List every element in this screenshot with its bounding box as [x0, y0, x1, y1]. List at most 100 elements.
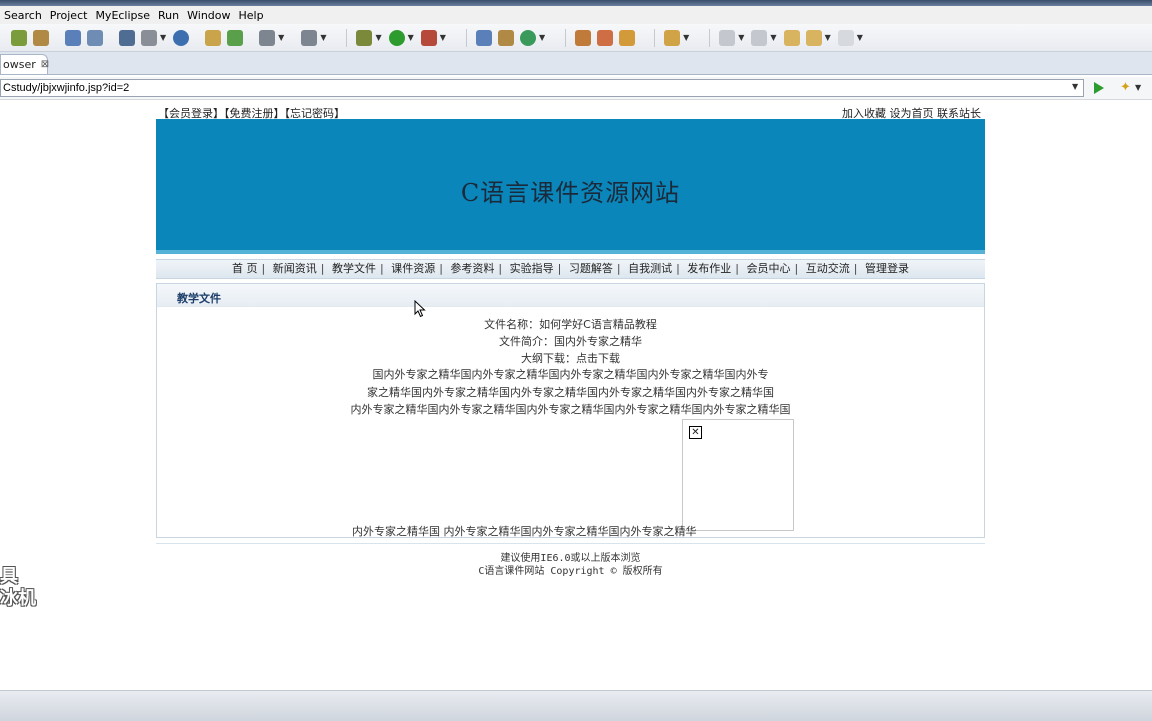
file-summary: 文件简介：国内外专家之精华: [499, 335, 642, 348]
chevron-down-icon[interactable]: ▼: [375, 33, 381, 42]
nav-separator: |: [379, 262, 384, 275]
toolbar-separator: [346, 28, 348, 47]
nav-admin-login[interactable]: 管理登录: [865, 262, 909, 275]
nav-self-test[interactable]: 自我测试: [628, 262, 672, 275]
nav-news[interactable]: 新闻资讯: [273, 262, 317, 275]
menu-myeclipse[interactable]: MyEclipse: [91, 9, 154, 22]
broken-image: ✕: [682, 419, 794, 531]
chevron-down-icon[interactable]: ▼: [320, 33, 326, 42]
chevron-down-icon[interactable]: ▼: [857, 33, 863, 42]
refresh-icon[interactable]: [227, 29, 244, 46]
new-package-icon[interactable]: [497, 29, 514, 46]
debug-icon[interactable]: [356, 29, 373, 46]
tab-label: owser: [3, 58, 36, 71]
url-input[interactable]: [0, 79, 1084, 97]
nav-separator: |: [320, 262, 325, 275]
server-config-icon[interactable]: [141, 29, 157, 46]
nav-separator: |: [557, 262, 562, 275]
toolbar-separator: [465, 28, 467, 47]
nav-separator: |: [616, 262, 621, 275]
nav-separator: |: [853, 262, 858, 275]
window-icon[interactable]: [259, 29, 276, 46]
nav-courseware[interactable]: 课件资源: [391, 262, 435, 275]
open-perspective-icon[interactable]: [664, 29, 681, 46]
search-icon[interactable]: [619, 29, 636, 46]
file-download-link[interactable]: 大纲下载：点击下载: [156, 350, 985, 366]
run-config-icon[interactable]: [301, 29, 318, 46]
nav-separator: |: [735, 262, 740, 275]
last-edit-icon[interactable]: [783, 29, 800, 46]
menu-window[interactable]: Window: [183, 9, 234, 22]
nav-references[interactable]: 参考资料: [450, 262, 494, 275]
nav-interaction[interactable]: 互动交流: [806, 262, 850, 275]
nav-exercises[interactable]: 习题解答: [569, 262, 613, 275]
web-page: 【会员登录】【免费注册】【忘记密码】 加入收藏 设为首页 联系站长 C语言课件资…: [156, 104, 985, 577]
nav-home[interactable]: 首 页: [232, 262, 258, 275]
forward-arrow-icon[interactable]: [837, 29, 854, 46]
star-icon[interactable]: ✦: [1120, 80, 1131, 95]
go-arrow-icon[interactable]: [1094, 82, 1104, 94]
tab-web-browser[interactable]: owser ⊠: [0, 54, 49, 74]
server-icon[interactable]: [119, 29, 135, 46]
menu-bar: Search Project MyEclipse Run Window Help: [0, 6, 1152, 24]
description-line: 国内外专家之精华国内外专家之精华国内外专家之精华国内外专家之精华国内外专: [372, 368, 769, 381]
watermark-line: 具: [0, 566, 18, 587]
previous-annotation-icon[interactable]: [751, 29, 768, 46]
nav-separator: |: [794, 262, 799, 275]
menu-help[interactable]: Help: [235, 9, 268, 22]
section-title: 教学文件: [177, 292, 221, 305]
chevron-down-icon[interactable]: ▼: [825, 33, 831, 42]
new-web-icon[interactable]: [519, 29, 536, 46]
chevron-down-icon[interactable]: ▼: [770, 33, 776, 42]
watermark: 具 冰机: [0, 566, 36, 610]
run-icon[interactable]: [388, 29, 405, 46]
deploy-icon[interactable]: [65, 29, 81, 46]
open-task-icon[interactable]: [597, 29, 614, 46]
editor-tab-bar: owser ⊠: [0, 52, 1152, 75]
globe-icon[interactable]: [173, 29, 190, 46]
nav-homework[interactable]: 发布作业: [687, 262, 731, 275]
chevron-down-icon[interactable]: ▼: [738, 33, 744, 42]
next-annotation-icon[interactable]: [719, 29, 736, 46]
redeploy-icon[interactable]: [87, 29, 103, 46]
nav-member-center[interactable]: 会员中心: [747, 262, 791, 275]
footer-divider: [156, 543, 985, 544]
description-last-line: 内外专家之精华国 内外专家之精华国内外专家之精华国内外专家之精华: [352, 525, 697, 538]
menu-search[interactable]: Search: [0, 9, 46, 22]
site-banner: C语言课件资源网站: [156, 119, 985, 254]
description-line: 家之精华国内外专家之精华国内外专家之精华国内外专家之精华国内外专家之精华国: [367, 385, 774, 399]
footer-browser-note: 建议使用IE6.0或以上版本浏览: [500, 553, 641, 564]
chevron-down-icon[interactable]: ▼: [440, 33, 446, 42]
top-links-bar: 【会员登录】【免费注册】【忘记密码】 加入收藏 设为首页 联系站长: [156, 104, 985, 120]
section-header: 教学文件: [157, 284, 984, 307]
nav-teaching-files[interactable]: 教学文件: [332, 262, 376, 275]
new-class-icon[interactable]: [475, 29, 492, 46]
nav-lab-guide[interactable]: 实验指导: [510, 262, 554, 275]
chevron-down-icon[interactable]: ▼: [539, 33, 545, 42]
chevron-down-icon[interactable]: ▼: [683, 33, 689, 42]
close-icon[interactable]: ⊠: [41, 59, 49, 70]
footer-copyright: C语言课件网站 Copyright © 版权所有: [478, 566, 663, 577]
menu-run[interactable]: Run: [154, 9, 183, 22]
toolbar-separator: [654, 28, 656, 47]
broken-image-icon: ✕: [689, 426, 702, 439]
open-type-icon[interactable]: [575, 29, 592, 46]
description-line: 内外专家之精华国内外专家之精华国内外专家之精华国内外专家之精华国内外专家之精华国: [350, 403, 791, 416]
chevron-down-icon[interactable]: ▼: [408, 33, 414, 42]
nav-separator: |: [498, 262, 503, 275]
chevron-down-icon[interactable]: ▼: [160, 33, 166, 42]
nav-separator: |: [439, 262, 443, 275]
package-icon[interactable]: [33, 29, 49, 46]
watermark-line: 冰机: [0, 588, 36, 609]
chevron-down-icon[interactable]: ▼: [1135, 83, 1141, 92]
new-project-icon[interactable]: [11, 29, 27, 46]
open-folder-icon[interactable]: [205, 29, 222, 46]
nav-separator: |: [676, 262, 680, 275]
back-arrow-icon[interactable]: [805, 29, 822, 46]
main-nav: 首 页 | 新闻资讯 | 教学文件 | 课件资源 | 参考资料 | 实验指导 | 习题解答 |…: [156, 259, 985, 279]
external-tools-icon[interactable]: [420, 29, 437, 46]
menu-project[interactable]: Project: [46, 9, 92, 22]
chevron-down-icon[interactable]: ▼: [278, 33, 284, 42]
file-name: 文件名称：如何学好C语言精品教程: [484, 318, 657, 331]
chevron-down-icon[interactable]: ▼: [1072, 82, 1078, 91]
